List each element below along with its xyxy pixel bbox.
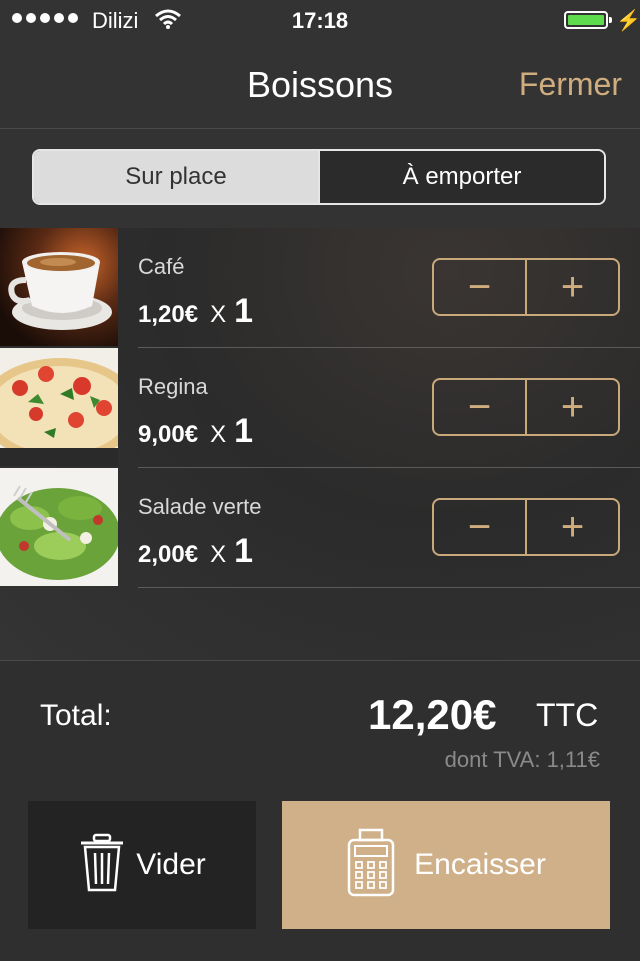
order-summary: Total: 12,20€ TTC dont TVA: 1,11€ Vider xyxy=(0,660,640,961)
list-item: Salade verte 2,00€ X 1 − + xyxy=(0,468,640,588)
pizza-image xyxy=(0,348,118,466)
order-item-list: Café 1,20€ X 1 − + Regina 9,00€ X 1 − + … xyxy=(0,228,640,660)
segment-a-emporter[interactable]: À emporter xyxy=(318,151,604,203)
list-item: Café 1,20€ X 1 − + xyxy=(0,228,640,348)
cash-register-icon xyxy=(346,828,396,903)
nav-bar: Boissons Fermer xyxy=(0,40,640,129)
close-button[interactable]: Fermer xyxy=(519,66,622,103)
clear-button[interactable]: Vider xyxy=(28,801,256,929)
tva-amount: dont TVA: 1,11€ xyxy=(444,747,600,772)
coffee-image xyxy=(0,228,118,346)
total-amount: 12,20€ xyxy=(368,691,497,738)
clear-button-label: Vider xyxy=(136,848,206,881)
charging-icon: ⚡ xyxy=(616,10,640,32)
divider xyxy=(138,587,640,588)
item-name: Regina xyxy=(138,374,208,399)
item-price: 1,20€ xyxy=(138,301,199,328)
trash-icon xyxy=(78,833,126,898)
quantity-stepper: − + xyxy=(432,498,620,556)
status-time: 17:18 xyxy=(291,8,349,33)
item-price: 2,00€ xyxy=(138,541,199,568)
decrement-button[interactable]: − xyxy=(434,260,527,314)
total-label: Total: xyxy=(40,699,112,732)
item-quantity: 1 xyxy=(234,532,253,570)
checkout-button-label: Encaisser xyxy=(414,848,546,881)
multiply-sign: X xyxy=(210,421,227,448)
increment-button[interactable]: + xyxy=(527,380,618,434)
increment-button[interactable]: + xyxy=(527,260,618,314)
list-item: Regina 9,00€ X 1 − + xyxy=(0,348,640,468)
item-name: Salade verte xyxy=(138,494,262,519)
item-price-line: 2,00€ X 1 xyxy=(138,532,253,571)
ttc-label: TTC xyxy=(536,697,599,733)
segment-sur-place[interactable]: Sur place xyxy=(34,151,318,203)
multiply-sign: X xyxy=(210,301,227,328)
quantity-stepper: − + xyxy=(432,378,620,436)
multiply-sign: X xyxy=(210,541,227,568)
order-type-segmented-control: Sur place À emporter xyxy=(32,149,606,205)
item-price: 9,00€ xyxy=(138,421,199,448)
item-quantity: 1 xyxy=(234,292,253,330)
increment-button[interactable]: + xyxy=(527,500,618,554)
status-bar: Dilizi 17:18 ⚡ xyxy=(0,0,640,40)
checkout-button[interactable]: Encaisser xyxy=(282,801,610,929)
item-price-line: 9,00€ X 1 xyxy=(138,412,253,451)
item-name: Café xyxy=(138,254,185,279)
battery-icon xyxy=(564,11,612,29)
decrement-button[interactable]: − xyxy=(434,500,527,554)
order-type-bar: Sur place À emporter xyxy=(0,129,640,228)
item-quantity: 1 xyxy=(234,412,253,450)
salad-image xyxy=(0,468,118,586)
decrement-button[interactable]: − xyxy=(434,380,527,434)
item-price-line: 1,20€ X 1 xyxy=(138,292,253,331)
quantity-stepper: − + xyxy=(432,258,620,316)
